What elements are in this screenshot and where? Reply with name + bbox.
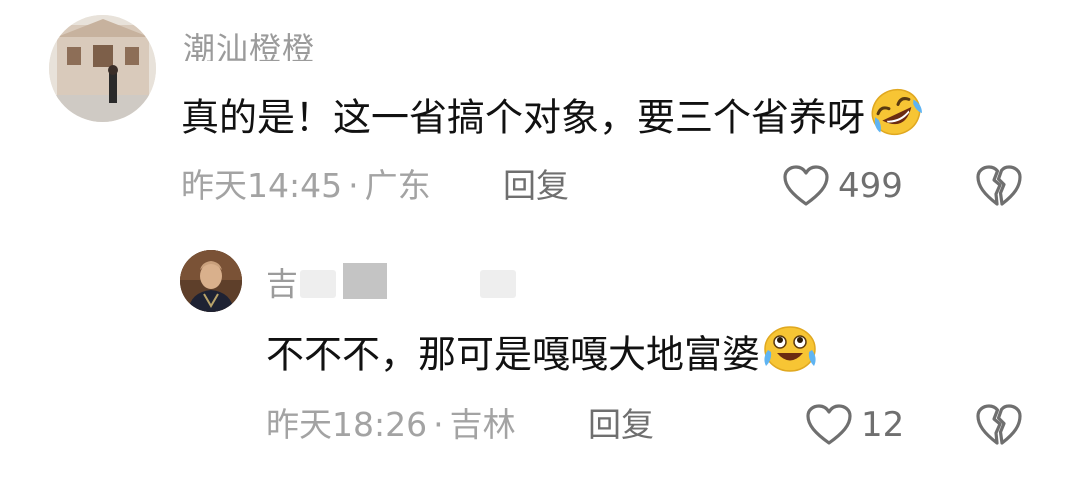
comment-meta: 昨天14:45 · 广东: [181, 166, 431, 206]
avatar[interactable]: [180, 250, 242, 312]
comment-location: 吉林: [449, 405, 516, 444]
reply-button[interactable]: 回复: [503, 166, 569, 206]
username[interactable]: 潮汕橙橙: [183, 27, 315, 61]
like-count: 12: [861, 405, 905, 445]
redacted-username-part: [480, 270, 516, 298]
comment-text: 真的是！这一省搞个对象，要三个省养呀: [181, 86, 925, 151]
heart-icon: [806, 404, 852, 445]
redacted-username-part: [300, 270, 336, 298]
redacted-username-block: [343, 263, 387, 299]
like-button[interactable]: 499: [782, 164, 903, 208]
broken-heart-icon: [976, 404, 1022, 445]
comment-time: 昨天18:26: [266, 405, 428, 444]
like-count: 499: [838, 166, 903, 206]
comment-text: 不不不，那可是嘎嘎大地富婆: [266, 324, 818, 387]
avatar-image: [180, 250, 242, 312]
meta-separator: ·: [433, 405, 444, 444]
avatar-image: [49, 15, 156, 122]
comment-location: 广东: [364, 166, 431, 205]
comment-text-content: 不不不，那可是嘎嘎大地富婆: [266, 332, 761, 377]
tears-of-joy-emoji-icon: [762, 324, 818, 384]
dislike-button[interactable]: [975, 402, 1023, 452]
like-button[interactable]: 12: [805, 403, 904, 447]
meta-separator: ·: [348, 166, 359, 205]
reply-button[interactable]: 回复: [588, 405, 654, 445]
broken-heart-icon: [976, 165, 1022, 206]
username[interactable]: 吉: [266, 266, 299, 302]
avatar[interactable]: [49, 15, 156, 122]
comment-meta: 昨天18:26 · 吉林: [266, 405, 516, 445]
dislike-button[interactable]: [975, 163, 1023, 213]
comment-time: 昨天14:45: [181, 166, 343, 205]
rolling-laughing-emoji-icon: [867, 86, 925, 148]
heart-icon: [783, 165, 829, 206]
comment-text-content: 真的是！这一省搞个对象，要三个省养呀: [181, 95, 866, 140]
